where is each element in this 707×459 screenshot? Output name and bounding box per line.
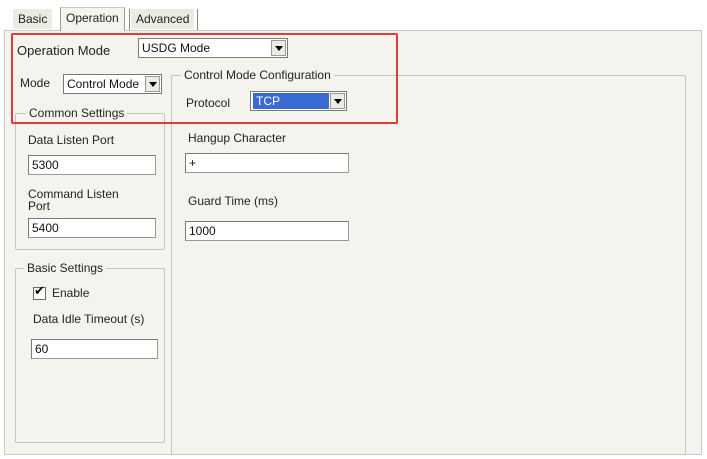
chevron-down-icon[interactable] [271, 40, 286, 56]
hangup-character-input[interactable]: + [185, 153, 349, 173]
common-settings-title: Common Settings [26, 106, 128, 120]
operation-mode-value: USDG Mode [142, 41, 211, 55]
control-mode-config-title: Control Mode Configuration [181, 68, 334, 82]
data-idle-timeout-input[interactable]: 60 [31, 339, 158, 359]
command-listen-port-label: Command Listen Port [28, 188, 119, 212]
tab-advanced[interactable]: Advanced [131, 9, 195, 29]
mode-value: Control Mode [67, 77, 140, 91]
operation-mode-label: Operation Mode [17, 43, 111, 58]
protocol-value: TCP [253, 93, 329, 109]
mode-label: Mode [20, 76, 51, 90]
mode-dropdown[interactable]: Control Mode [63, 74, 162, 94]
chevron-down-icon[interactable] [330, 93, 345, 109]
protocol-label: Protocol [186, 96, 231, 110]
protocol-dropdown[interactable]: TCP [250, 91, 347, 111]
hangup-character-label: Hangup Character [188, 131, 287, 145]
guard-time-input[interactable]: 1000 [185, 221, 349, 241]
command-listen-port-input[interactable]: 5400 [28, 218, 156, 238]
basic-settings-title: Basic Settings [24, 261, 107, 275]
operation-mode-dropdown[interactable]: USDG Mode [138, 38, 288, 58]
checkmark-icon: ✔ [34, 284, 45, 299]
tab-basic[interactable]: Basic [13, 9, 53, 29]
data-listen-port-label: Data Listen Port [28, 133, 115, 147]
command-listen-port-label-line2: Port [28, 199, 51, 213]
tab-separator [129, 9, 130, 30]
enable-label: Enable [52, 286, 90, 300]
data-idle-timeout-label: Data Idle Timeout (s) [33, 312, 145, 326]
enable-checkbox[interactable]: ✔ [33, 284, 46, 300]
tab-separator [197, 9, 198, 30]
tab-operation[interactable]: Operation [60, 7, 125, 31]
chevron-down-icon[interactable] [145, 76, 160, 92]
guard-time-label: Guard Time (ms) [188, 194, 279, 208]
data-listen-port-input[interactable]: 5300 [28, 155, 156, 175]
